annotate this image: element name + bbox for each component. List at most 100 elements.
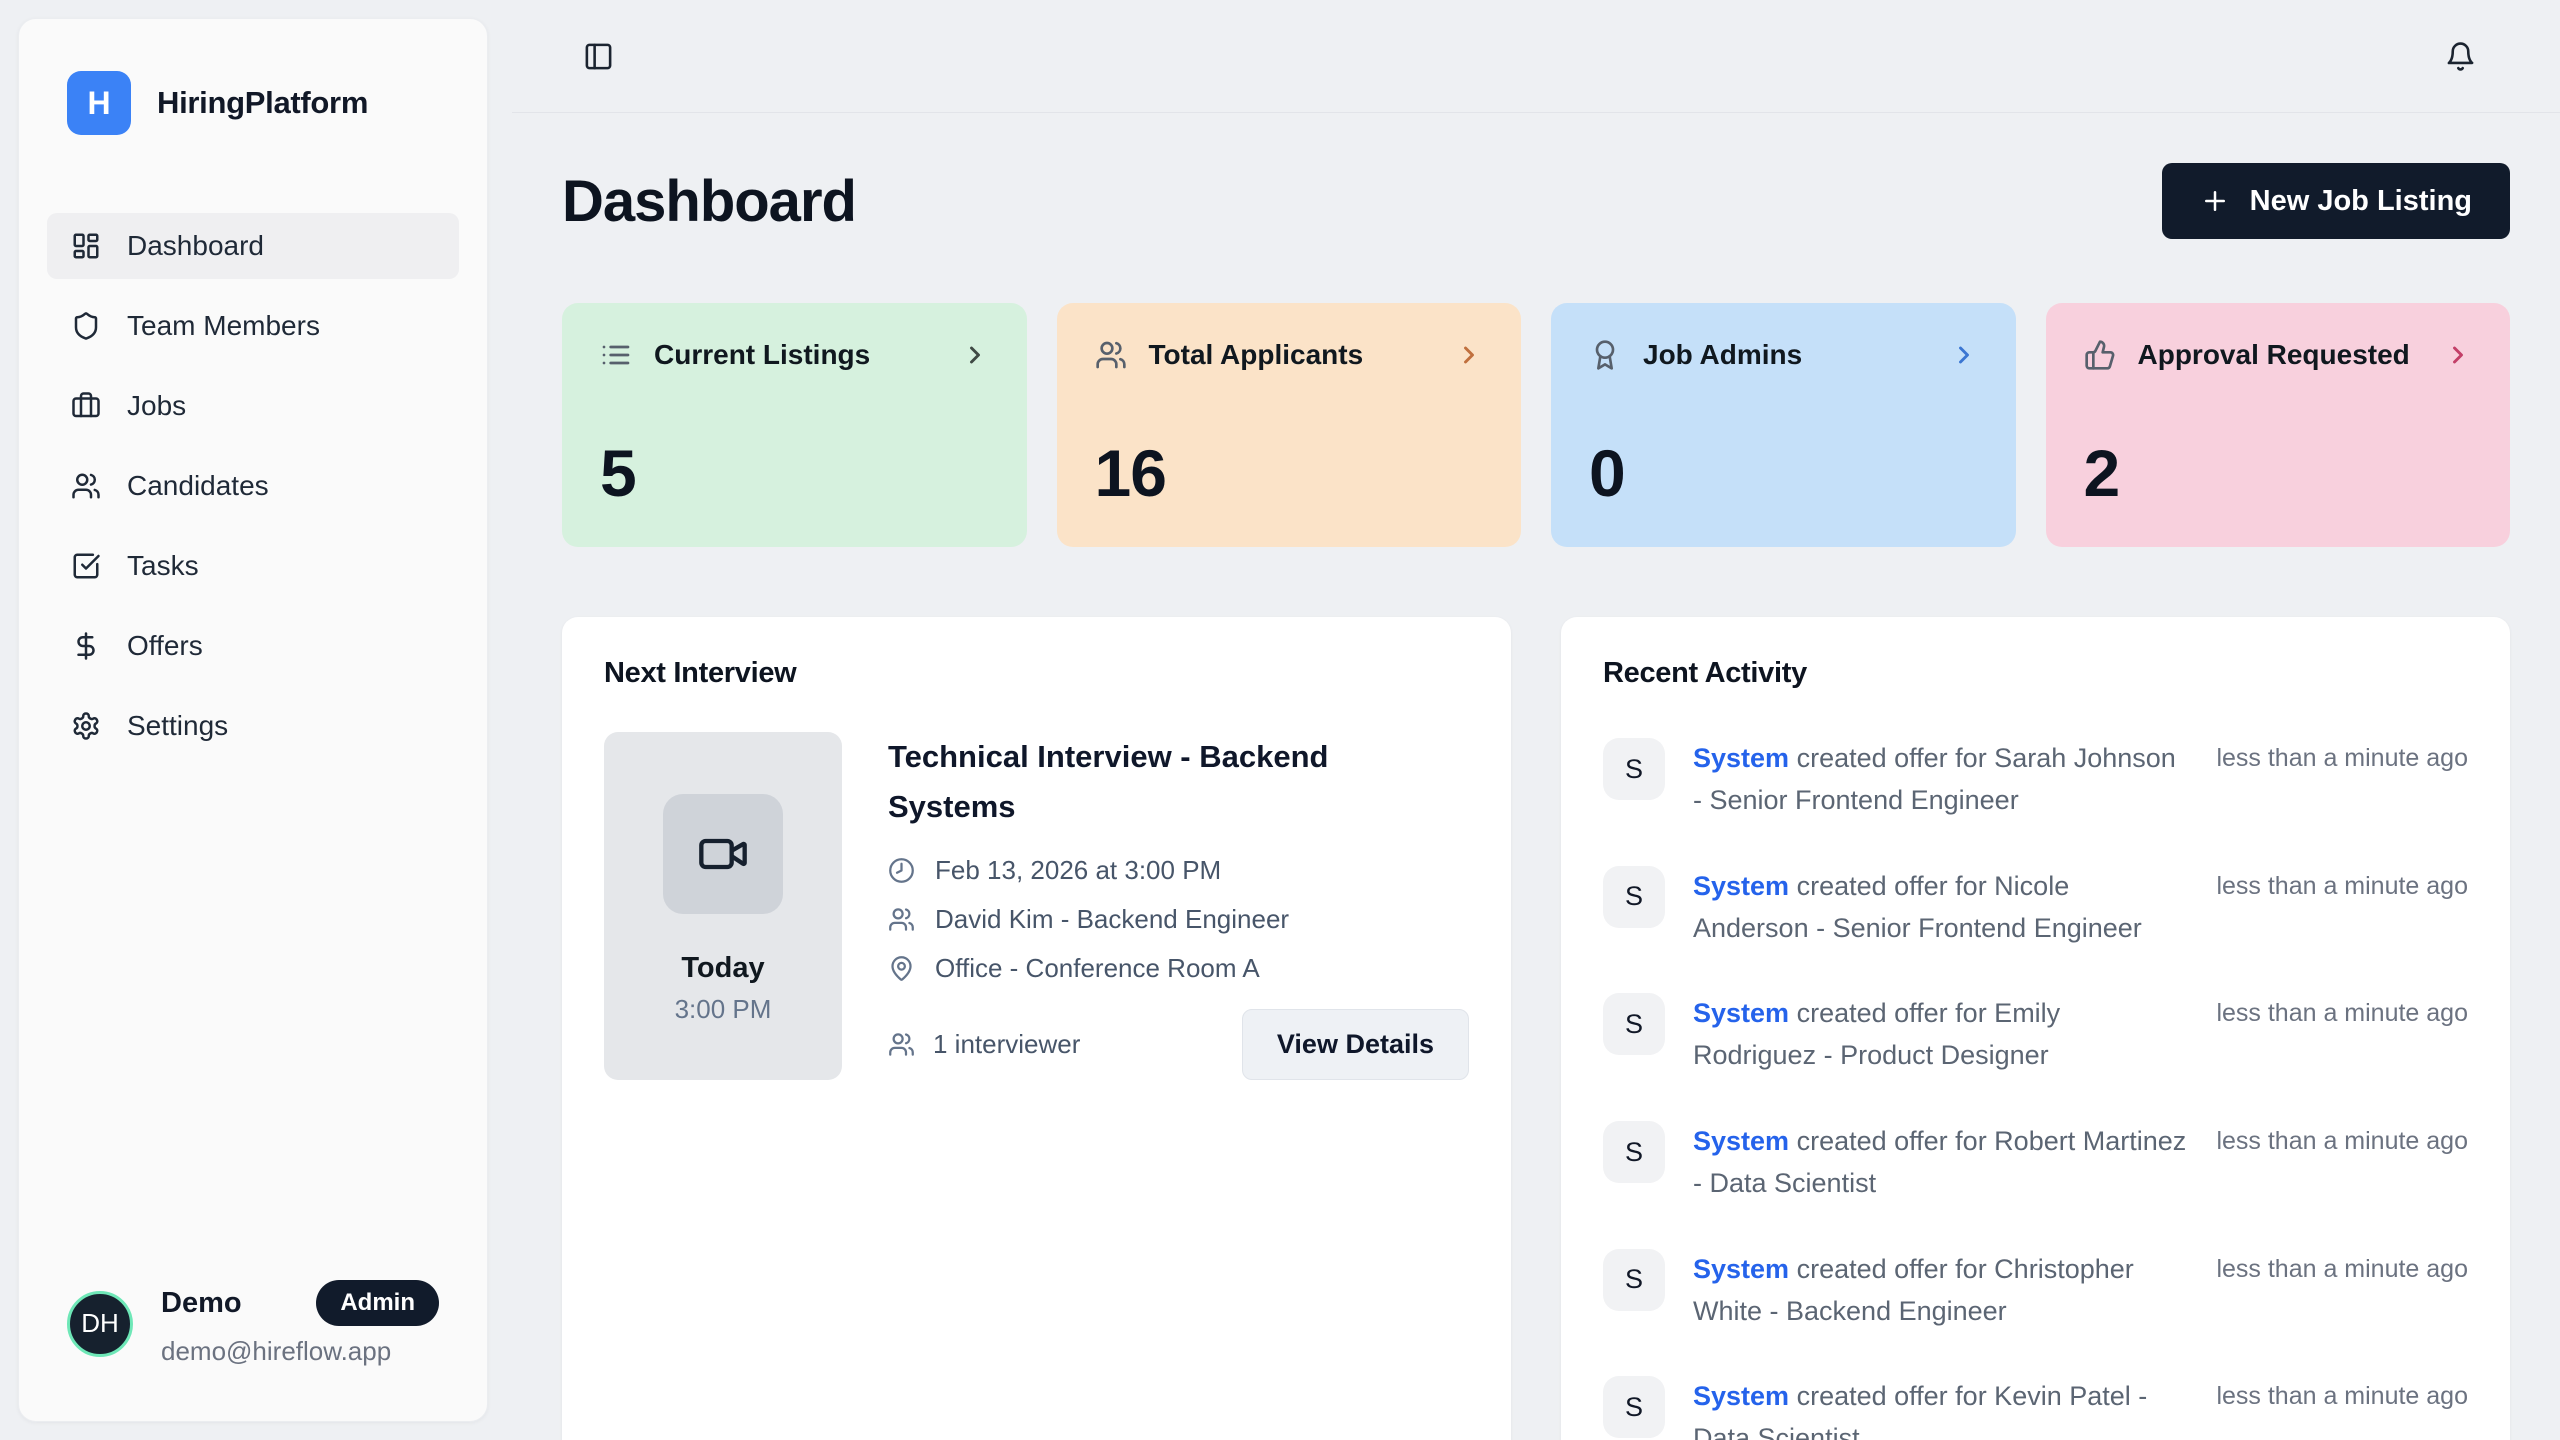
sidebar-item-label: Jobs	[127, 390, 186, 422]
app-logo-row: H HiringPlatform	[19, 19, 487, 135]
user-email: demo@hireflow.app	[161, 1336, 439, 1367]
interview-time: 3:00 PM	[675, 994, 772, 1025]
chevron-right-icon	[1950, 341, 1978, 369]
interviewer-count: 1 interviewer	[888, 1029, 1080, 1060]
sidebar-item-label: Team Members	[127, 310, 320, 342]
new-job-listing-button[interactable]: New Job Listing	[2162, 163, 2510, 239]
sidebar-item-label: Settings	[127, 710, 228, 742]
sidebar-item[interactable]: Dashboard	[47, 213, 459, 279]
sidebar-item[interactable]: Team Members	[47, 293, 459, 359]
chevron-right-icon	[2444, 341, 2472, 369]
activity-timestamp: less than a minute ago	[2216, 993, 2468, 1028]
stat-value: 0	[1589, 435, 1978, 511]
chevron-right-icon	[961, 341, 989, 369]
recent-activity-title: Recent Activity	[1603, 657, 2468, 690]
activity-actor-link[interactable]: System	[1693, 1126, 1789, 1156]
activity-actor-link[interactable]: System	[1693, 871, 1789, 901]
stat-card[interactable]: Total Applicants 16	[1057, 303, 1522, 547]
stat-icon	[2084, 339, 2116, 371]
activity-list: S System created offer for Sarah Johnson…	[1603, 738, 2468, 1440]
stat-card[interactable]: Job Admins 0	[1551, 303, 2016, 547]
activity-avatar: S	[1603, 866, 1665, 928]
activity-timestamp: less than a minute ago	[2216, 866, 2468, 901]
activity-item: S System created offer for Sarah Johnson…	[1603, 738, 2468, 822]
sidebar-item[interactable]: Jobs	[47, 373, 459, 439]
activity-actor-link[interactable]: System	[1693, 998, 1789, 1028]
clock-icon	[888, 857, 915, 884]
users-icon	[888, 906, 915, 933]
activity-avatar: S	[1603, 993, 1665, 1055]
bell-icon	[2445, 41, 2476, 72]
role-badge: Admin	[316, 1280, 439, 1326]
interview-location-row: Office - Conference Room A	[888, 953, 1469, 984]
chevron-right-icon	[1455, 341, 1483, 369]
activity-timestamp: less than a minute ago	[2216, 1376, 2468, 1411]
sidebar-toggle-button[interactable]	[576, 34, 620, 78]
sidebar-item[interactable]: Candidates	[47, 453, 459, 519]
stat-label: Approval Requested	[2138, 339, 2410, 371]
sidebar-item-icon	[71, 551, 101, 581]
stat-card[interactable]: Current Listings 5	[562, 303, 1027, 547]
interview-day: Today	[681, 952, 764, 985]
view-details-button[interactable]: View Details	[1242, 1009, 1469, 1080]
activity-item: S System created offer for Nicole Anders…	[1603, 866, 2468, 950]
recent-activity-panel: Recent Activity S System created offer f…	[1561, 617, 2510, 1440]
stat-icon	[1589, 339, 1621, 371]
interview-candidate-row: David Kim - Backend Engineer	[888, 904, 1469, 935]
sidebar-item-icon	[71, 711, 101, 741]
main-content: Dashboard New Job Listing Current Listin…	[512, 113, 2560, 1440]
interview-title: Technical Interview - Backend Systems	[888, 732, 1448, 831]
sidebar-item-icon	[71, 231, 101, 261]
sidebar-item[interactable]: Settings	[47, 693, 459, 759]
activity-item: S System created offer for Kevin Patel -…	[1603, 1376, 2468, 1440]
activity-item: S System created offer for Christopher W…	[1603, 1249, 2468, 1333]
activity-item: S System created offer for Robert Martin…	[1603, 1121, 2468, 1205]
app-title: HiringPlatform	[157, 85, 368, 121]
panel-left-icon	[583, 41, 614, 72]
activity-actor-link[interactable]: System	[1693, 1254, 1789, 1284]
next-interview-title: Next Interview	[604, 657, 1469, 690]
sidebar-user-card[interactable]: DH Demo Admin demo@hireflow.app	[19, 1280, 487, 1421]
sidebar-nav: Dashboard Team Members Jobs Candidates T…	[19, 213, 487, 773]
sidebar-item-label: Candidates	[127, 470, 269, 502]
user-name: Demo	[161, 1287, 242, 1320]
sidebar-item-icon	[71, 631, 101, 661]
topbar	[512, 0, 2560, 113]
next-interview-panel: Next Interview Today 3:00 PM Technical I…	[562, 617, 1511, 1440]
activity-timestamp: less than a minute ago	[2216, 738, 2468, 773]
notifications-button[interactable]	[2438, 34, 2482, 78]
avatar: DH	[67, 1291, 133, 1357]
activity-actor-link[interactable]: System	[1693, 1381, 1789, 1411]
sidebar-item-label: Dashboard	[127, 230, 264, 262]
sidebar: H HiringPlatform Dashboard Team Members …	[18, 18, 488, 1422]
sidebar-item-icon	[71, 391, 101, 421]
stat-value: 16	[1095, 435, 1484, 511]
activity-item: S System created offer for Emily Rodrigu…	[1603, 993, 2468, 1077]
app-logo: H	[67, 71, 131, 135]
stat-label: Current Listings	[654, 339, 870, 371]
activity-avatar: S	[1603, 738, 1665, 800]
stat-icon	[1095, 339, 1127, 371]
sidebar-item-icon	[71, 471, 101, 501]
sidebar-item-label: Tasks	[127, 550, 199, 582]
stat-value: 5	[600, 435, 989, 511]
stat-cards: Current Listings 5 Total Applicants 16 J…	[562, 303, 2510, 547]
sidebar-item-label: Offers	[127, 630, 203, 662]
users-icon	[888, 1031, 915, 1058]
interview-thumbnail: Today 3:00 PM	[604, 732, 842, 1080]
activity-timestamp: less than a minute ago	[2216, 1121, 2468, 1156]
stat-card[interactable]: Approval Requested 2	[2046, 303, 2511, 547]
activity-timestamp: less than a minute ago	[2216, 1249, 2468, 1284]
activity-avatar: S	[1603, 1121, 1665, 1183]
stat-label: Total Applicants	[1149, 339, 1364, 371]
activity-actor-link[interactable]: System	[1693, 743, 1789, 773]
page-title: Dashboard	[562, 168, 856, 235]
sidebar-item[interactable]: Offers	[47, 613, 459, 679]
plus-icon	[2200, 186, 2230, 216]
sidebar-item[interactable]: Tasks	[47, 533, 459, 599]
activity-avatar: S	[1603, 1249, 1665, 1311]
sidebar-item-icon	[71, 311, 101, 341]
video-icon	[697, 828, 749, 880]
stat-value: 2	[2084, 435, 2473, 511]
stat-icon	[600, 339, 632, 371]
